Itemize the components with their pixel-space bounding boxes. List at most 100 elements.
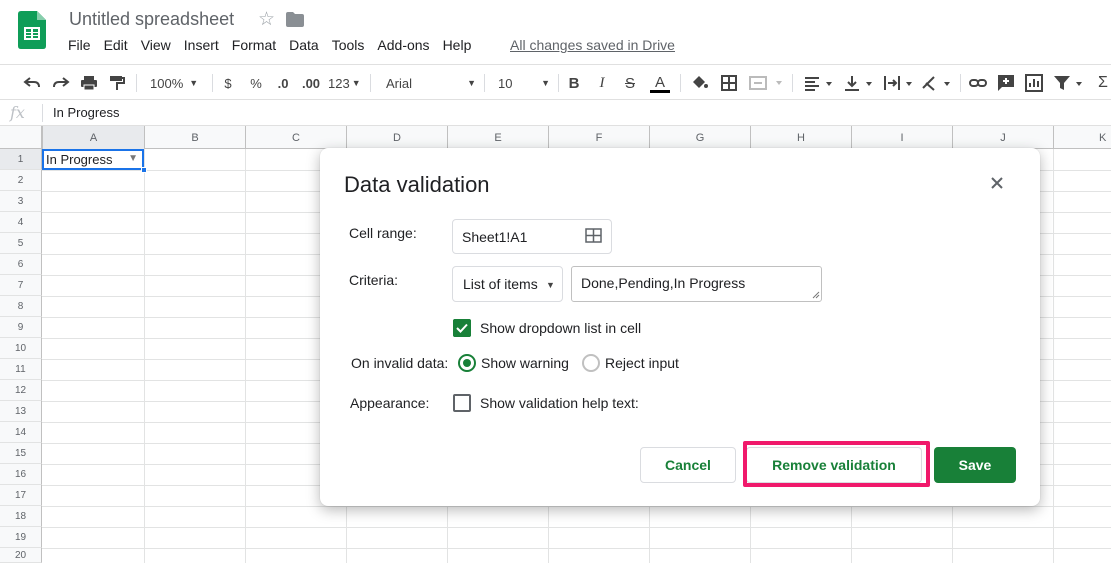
cell-a1[interactable]: In Progress ▼ <box>42 149 144 170</box>
bold-button[interactable]: B <box>566 72 582 94</box>
column-header[interactable]: K <box>1053 126 1111 149</box>
text-color-label: A <box>654 73 665 91</box>
formula-input[interactable]: In Progress <box>53 105 119 120</box>
row-header[interactable]: 6 <box>0 254 42 275</box>
save-button[interactable]: Save <box>934 447 1016 483</box>
show-dropdown-label: Show dropdown list in cell <box>480 320 642 336</box>
row-header[interactable]: 17 <box>0 485 42 506</box>
menu-view[interactable]: View <box>141 37 171 55</box>
dropdown-arrow-icon[interactable]: ▼ <box>128 153 138 164</box>
paint-format-icon[interactable] <box>107 72 127 94</box>
row-header[interactable]: 13 <box>0 401 42 422</box>
increase-decimal-button[interactable]: .00 <box>300 72 322 94</box>
text-color-button[interactable]: A <box>649 72 671 94</box>
resize-handle-icon[interactable] <box>812 291 820 299</box>
show-dropdown-checkbox[interactable] <box>453 319 471 337</box>
row-header[interactable]: 2 <box>0 170 42 191</box>
merge-cells-icon[interactable] <box>748 72 784 94</box>
insert-comment-icon[interactable] <box>996 72 1016 94</box>
sheets-app: Untitled spreadsheet ☆ File Edit View In… <box>0 0 1111 563</box>
borders-icon[interactable] <box>719 72 739 94</box>
row-header[interactable]: 7 <box>0 275 42 296</box>
column-header[interactable]: D <box>346 126 447 149</box>
menu-format[interactable]: Format <box>232 37 276 55</box>
currency-format-button[interactable]: $ <box>220 72 236 94</box>
italic-button[interactable]: I <box>594 72 610 94</box>
select-range-icon[interactable] <box>585 228 602 243</box>
decrease-decimal-button[interactable]: .0 <box>273 72 293 94</box>
zoom-value: 100% <box>150 75 184 91</box>
menu-addons[interactable]: Add-ons <box>377 37 429 55</box>
folder-icon[interactable] <box>286 12 304 27</box>
print-icon[interactable] <box>79 72 99 94</box>
column-header[interactable]: A <box>42 126 144 149</box>
row-header[interactable]: 14 <box>0 422 42 443</box>
fill-handle[interactable] <box>141 167 147 173</box>
column-header[interactable]: C <box>245 126 346 149</box>
row-header[interactable]: 11 <box>0 359 42 380</box>
menu-data[interactable]: Data <box>289 37 319 55</box>
row-header[interactable]: 8 <box>0 296 42 317</box>
sheets-logo-icon[interactable] <box>18 11 46 49</box>
strikethrough-button[interactable]: S <box>622 72 638 94</box>
row-header[interactable]: 19 <box>0 527 42 548</box>
menu-help[interactable]: Help <box>443 37 472 55</box>
insert-chart-icon[interactable] <box>1024 72 1044 94</box>
column-header[interactable]: B <box>144 126 245 149</box>
chevron-down-icon: ▼ <box>351 78 361 88</box>
text-wrap-icon[interactable] <box>882 72 914 94</box>
reject-input-radio[interactable] <box>582 354 600 372</box>
row-header[interactable]: 3 <box>0 191 42 212</box>
menu-file[interactable]: File <box>68 37 91 55</box>
font-size-select[interactable]: 10 ▼ <box>498 72 550 94</box>
column-header[interactable]: G <box>649 126 750 149</box>
row-header[interactable]: 10 <box>0 338 42 359</box>
toolbar-divider <box>680 74 681 92</box>
select-all-corner[interactable] <box>0 126 42 149</box>
cell-range-input[interactable]: Sheet1!A1 <box>452 219 612 254</box>
percent-format-button[interactable]: % <box>247 72 265 94</box>
fill-color-icon[interactable] <box>689 72 709 94</box>
cancel-button[interactable]: Cancel <box>640 447 736 483</box>
appearance-label: Appearance: <box>350 395 430 411</box>
vertical-align-icon[interactable] <box>842 72 874 94</box>
row-header[interactable]: 4 <box>0 212 42 233</box>
close-icon[interactable] <box>990 176 1004 190</box>
functions-icon[interactable]: Σ <box>1096 72 1110 94</box>
filter-icon[interactable] <box>1052 72 1084 94</box>
row-header[interactable]: 20 <box>0 548 42 563</box>
text-rotation-icon[interactable] <box>920 72 952 94</box>
column-header[interactable]: J <box>952 126 1053 149</box>
menu-edit[interactable]: Edit <box>104 37 128 55</box>
column-header[interactable]: E <box>447 126 548 149</box>
undo-icon[interactable] <box>22 72 42 94</box>
star-icon[interactable]: ☆ <box>258 8 275 31</box>
help-text-checkbox[interactable] <box>453 394 471 412</box>
row-header[interactable]: 18 <box>0 506 42 527</box>
column-header[interactable]: H <box>750 126 851 149</box>
row-header[interactable]: 15 <box>0 443 42 464</box>
align-left-icon[interactable] <box>802 72 834 94</box>
redo-icon[interactable] <box>51 72 71 94</box>
column-header[interactable]: F <box>548 126 649 149</box>
menu-tools[interactable]: Tools <box>332 37 365 55</box>
font-select[interactable]: Arial ▼ <box>386 72 476 94</box>
criteria-type-value: List of items <box>463 276 538 292</box>
row-header[interactable]: 12 <box>0 380 42 401</box>
criteria-label: Criteria: <box>349 272 399 288</box>
criteria-type-select[interactable]: List of items ▼ <box>452 266 563 302</box>
more-formats-select[interactable]: 123 ▼ <box>328 72 362 94</box>
column-header[interactable]: I <box>851 126 952 149</box>
save-status[interactable]: All changes saved in Drive <box>510 37 675 53</box>
cell-range-label: Cell range: <box>349 225 417 241</box>
row-header[interactable]: 16 <box>0 464 42 485</box>
zoom-select[interactable]: 100% ▼ <box>150 72 208 94</box>
document-title[interactable]: Untitled spreadsheet <box>69 9 234 30</box>
row-header[interactable]: 9 <box>0 317 42 338</box>
insert-link-icon[interactable] <box>968 72 988 94</box>
row-header[interactable]: 5 <box>0 233 42 254</box>
row-header[interactable]: 1 <box>0 149 42 170</box>
criteria-items-input[interactable]: Done,Pending,In Progress <box>571 266 822 302</box>
show-warning-radio[interactable] <box>458 354 476 372</box>
menu-insert[interactable]: Insert <box>184 37 219 55</box>
